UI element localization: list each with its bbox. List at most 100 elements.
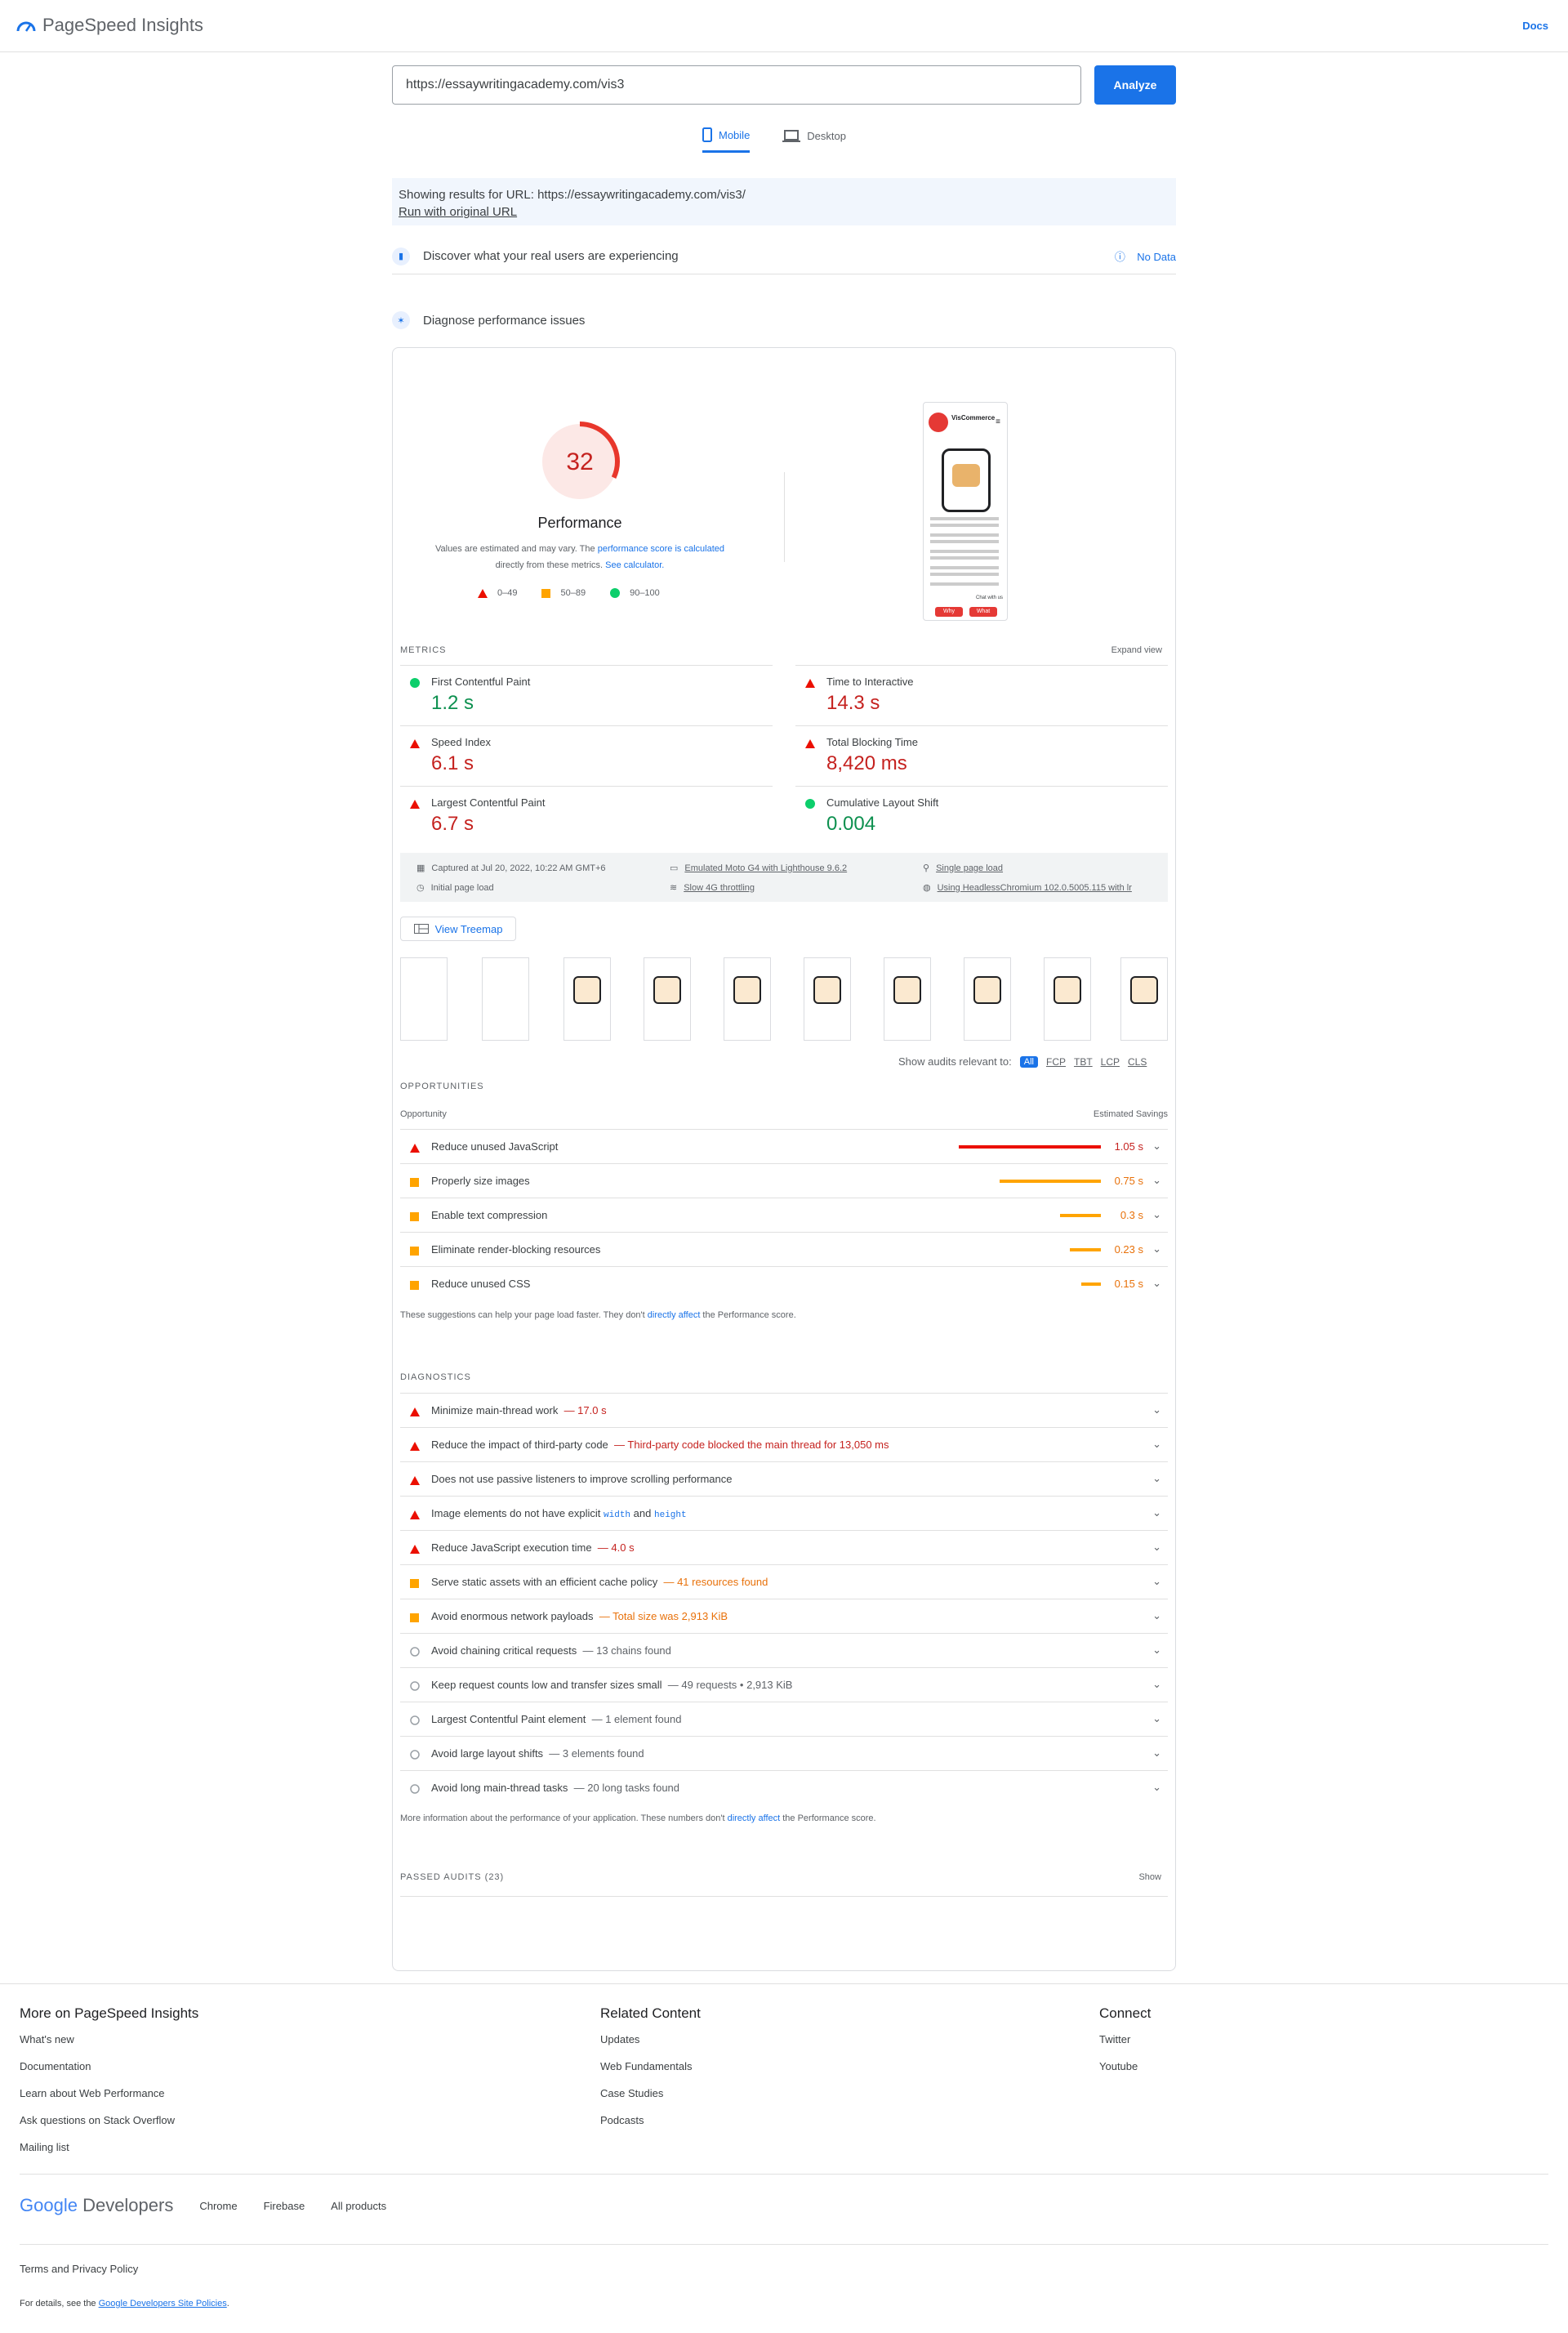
filter-lcp[interactable]: LCP: [1101, 1056, 1120, 1068]
diagnostic-row[interactable]: Serve static assets with an efficient ca…: [400, 1564, 1168, 1599]
throttle-text[interactable]: Slow 4G throttling: [684, 883, 755, 893]
field-data-row[interactable]: ▮ Discover what your real users are expe…: [392, 239, 1176, 274]
footer-link-updates[interactable]: Updates: [600, 2033, 701, 2045]
hamburger-icon: ≡: [996, 417, 1000, 426]
terms-link[interactable]: Terms and Privacy Policy: [20, 2263, 138, 2275]
fail-triangle-icon: [410, 1476, 420, 1485]
diagnostic-row[interactable]: Avoid long main-thread tasks — 20 long t…: [400, 1770, 1168, 1804]
footer-link-firebase[interactable]: Firebase: [264, 2200, 305, 2212]
chevron-down-icon[interactable]: ⌄: [1152, 1575, 1161, 1588]
browser-text[interactable]: Using HeadlessChromium 102.0.5005.115 wi…: [938, 883, 1132, 893]
chevron-down-icon[interactable]: ⌄: [1152, 1174, 1161, 1187]
footer-link-web-performance[interactable]: Learn about Web Performance: [20, 2087, 198, 2099]
footer-link-case-studies[interactable]: Case Studies: [600, 2087, 701, 2099]
opportunity-row[interactable]: Properly size images 0.75 s ⌄: [400, 1163, 1168, 1198]
diagnostic-row[interactable]: Keep request counts low and transfer siz…: [400, 1667, 1168, 1702]
fail-triangle-icon: [410, 1442, 420, 1451]
diagnostic-row[interactable]: Reduce JavaScript execution time — 4.0 s…: [400, 1530, 1168, 1564]
score-legend: 0–49 50–89 90–100: [478, 588, 660, 598]
metrics-heading: METRICS: [400, 645, 447, 655]
footer-link-podcasts[interactable]: Podcasts: [600, 2114, 701, 2126]
footer-link-youtube[interactable]: Youtube: [1099, 2060, 1151, 2072]
run-info: ▦ Captured at Jul 20, 2022, 10:22 AM GMT+…: [400, 853, 1168, 902]
passed-show-toggle[interactable]: Show: [1138, 1872, 1161, 1882]
diagnostic-row[interactable]: Avoid enormous network payloads — Total …: [400, 1599, 1168, 1633]
footer-link-stack-overflow[interactable]: Ask questions on Stack Overflow: [20, 2114, 198, 2126]
site-policies-link[interactable]: Google Developers Site Policies: [99, 2299, 227, 2308]
tab-desktop[interactable]: Desktop: [782, 127, 846, 153]
opportunity-name: Reduce unused CSS: [431, 1278, 531, 1290]
filter-fcp[interactable]: FCP: [1046, 1056, 1066, 1068]
run-original-url-link[interactable]: Run with original URL: [399, 205, 517, 219]
fail-triangle-icon: [805, 679, 815, 688]
footer-link-chrome[interactable]: Chrome: [199, 2200, 237, 2212]
metric-name: First Contentful Paint: [431, 676, 531, 688]
diagnostic-row[interactable]: Does not use passive listeners to improv…: [400, 1461, 1168, 1496]
chevron-down-icon[interactable]: ⌄: [1152, 1781, 1161, 1794]
analyze-button[interactable]: Analyze: [1094, 65, 1176, 105]
chevron-down-icon[interactable]: ⌄: [1152, 1140, 1161, 1153]
info-circle-icon: [410, 1715, 420, 1725]
docs-link[interactable]: Docs: [1522, 20, 1548, 32]
diagnostic-row[interactable]: Largest Contentful Paint element — 1 ele…: [400, 1702, 1168, 1736]
chevron-down-icon[interactable]: ⌄: [1152, 1678, 1161, 1691]
metric-value: 6.1 s: [431, 752, 474, 774]
directly-affect-link-2[interactable]: directly affect: [728, 1813, 781, 1823]
savings-col-header: Estimated Savings: [1093, 1109, 1168, 1119]
load-text[interactable]: Single page load: [936, 863, 1003, 873]
diagnostics-heading: DIAGNOSTICS: [400, 1372, 471, 1382]
footer-link-web-fundamentals[interactable]: Web Fundamentals: [600, 2060, 701, 2072]
footer-link-documentation[interactable]: Documentation: [20, 2060, 198, 2072]
chevron-down-icon[interactable]: ⌄: [1152, 1472, 1161, 1485]
footer-link-twitter[interactable]: Twitter: [1099, 2033, 1151, 2045]
filter-all[interactable]: All: [1019, 1055, 1038, 1068]
metric-first-contentful-paint: First Contentful Paint 1.2 s: [400, 665, 773, 725]
diagnostic-row[interactable]: Image elements do not have explicit widt…: [400, 1496, 1168, 1530]
score-calculated-link[interactable]: performance score is calculated: [598, 544, 724, 554]
chevron-down-icon[interactable]: ⌄: [1152, 1506, 1161, 1519]
chevron-down-icon[interactable]: ⌄: [1152, 1242, 1161, 1256]
filmstrip-frame: [1120, 957, 1168, 1041]
no-data-status: ⓘ No Data: [1114, 251, 1176, 263]
diagnostic-row[interactable]: Reduce the impact of third-party code — …: [400, 1427, 1168, 1461]
opportunity-row[interactable]: Reduce unused JavaScript 1.05 s ⌄: [400, 1129, 1168, 1163]
footer-link-all-products[interactable]: All products: [331, 2200, 386, 2212]
view-treemap-button[interactable]: View Treemap: [400, 917, 516, 941]
calendar-icon: ▦: [416, 863, 425, 873]
diagnostic-row[interactable]: Avoid large layout shifts — 3 elements f…: [400, 1736, 1168, 1770]
footer-link-mailing-list[interactable]: Mailing list: [20, 2141, 198, 2153]
filter-tbt[interactable]: TBT: [1074, 1056, 1093, 1068]
diagnostic-row[interactable]: Minimize main-thread work — 17.0 s ⌄: [400, 1393, 1168, 1427]
app-logo[interactable]: PageSpeed Insights: [16, 15, 203, 36]
details-text: For details, see the: [20, 2299, 99, 2308]
footer-link-whats-new[interactable]: What's new: [20, 2033, 198, 2045]
opportunity-row[interactable]: Reduce unused CSS 0.15 s ⌄: [400, 1266, 1168, 1300]
directly-affect-link[interactable]: directly affect: [648, 1310, 701, 1320]
chevron-down-icon[interactable]: ⌄: [1152, 1438, 1161, 1451]
chevron-down-icon[interactable]: ⌄: [1152, 1644, 1161, 1657]
google-developers-logo[interactable]: Google Developers: [20, 2195, 173, 2216]
diagnostic-row[interactable]: Avoid chaining critical requests — 13 ch…: [400, 1633, 1168, 1667]
chevron-down-icon[interactable]: ⌄: [1152, 1712, 1161, 1725]
chevron-down-icon[interactable]: ⌄: [1152, 1609, 1161, 1622]
average-square-icon: [410, 1212, 419, 1221]
chevron-down-icon[interactable]: ⌄: [1152, 1746, 1161, 1760]
opportunity-row[interactable]: Eliminate render-blocking resources 0.23 …: [400, 1232, 1168, 1266]
chevron-down-icon[interactable]: ⌄: [1152, 1277, 1161, 1290]
filmstrip-frame: [804, 957, 851, 1041]
url-input[interactable]: https://essaywritingacademy.com/vis3: [392, 65, 1081, 105]
device-text[interactable]: Emulated Moto G4 with Lighthouse 9.6.2: [684, 863, 847, 873]
chevron-down-icon[interactable]: ⌄: [1152, 1403, 1161, 1416]
opportunity-row[interactable]: Enable text compression 0.3 s ⌄: [400, 1198, 1168, 1232]
passed-audits-header[interactable]: PASSED AUDITS (23) Show: [400, 1872, 1168, 1897]
chevron-down-icon[interactable]: ⌄: [1152, 1208, 1161, 1221]
expand-view-link[interactable]: Expand view: [1111, 645, 1162, 655]
filter-cls[interactable]: CLS: [1128, 1056, 1147, 1068]
filmstrip-frame: [644, 957, 691, 1041]
details-text-2: .: [226, 2299, 229, 2308]
tab-mobile[interactable]: Mobile: [702, 127, 751, 153]
pagespeed-logo-icon: [16, 21, 36, 32]
see-calculator-link[interactable]: See calculator.: [605, 560, 664, 570]
chevron-down-icon[interactable]: ⌄: [1152, 1541, 1161, 1554]
info-circle-icon: [410, 1750, 420, 1760]
